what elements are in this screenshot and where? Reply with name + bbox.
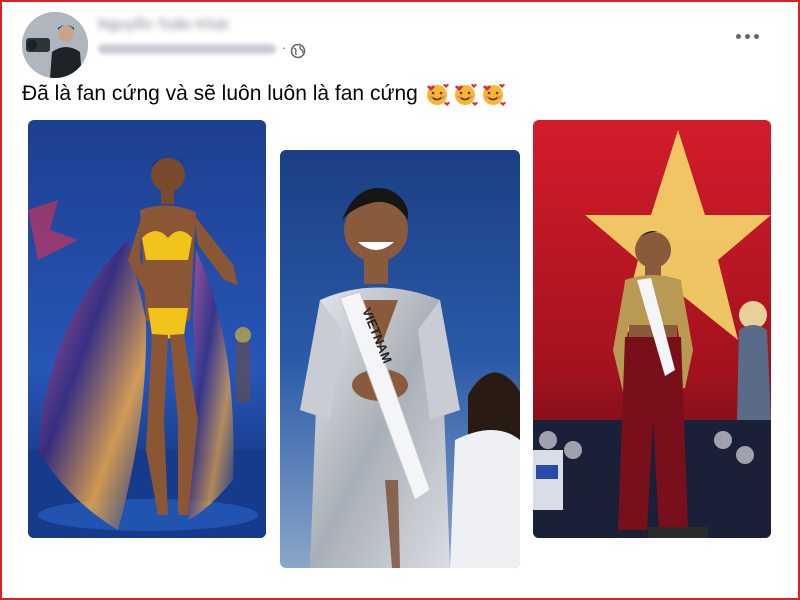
emoji-row <box>424 81 506 107</box>
post-text: Đã là fan cứng và sẽ luôn luôn là fan cứ… <box>22 79 506 109</box>
photo-silver-gown[interactable]: VIETNAM <box>280 150 520 568</box>
smiling-face-with-hearts-icon <box>482 84 506 107</box>
meta-separator: · <box>282 40 287 55</box>
post-message: Đã là fan cứng và sẽ luôn luôn là fan cứ… <box>22 82 418 105</box>
author-avatar[interactable] <box>22 12 88 78</box>
dot-icon <box>744 33 750 39</box>
photo-yellow-bikini[interactable] <box>28 120 266 538</box>
dot-icon <box>735 33 741 39</box>
smiling-face-with-hearts-icon <box>426 84 450 107</box>
globe-icon[interactable] <box>290 43 306 59</box>
post-timestamp[interactable] <box>98 44 276 54</box>
photo-burgundy-pants[interactable] <box>533 120 771 538</box>
author-name[interactable]: Nguyễn Tuấn Khải <box>98 14 229 36</box>
dot-icon <box>753 33 759 39</box>
more-options-icon[interactable] <box>730 24 764 48</box>
smiling-face-with-hearts-icon <box>454 84 478 107</box>
